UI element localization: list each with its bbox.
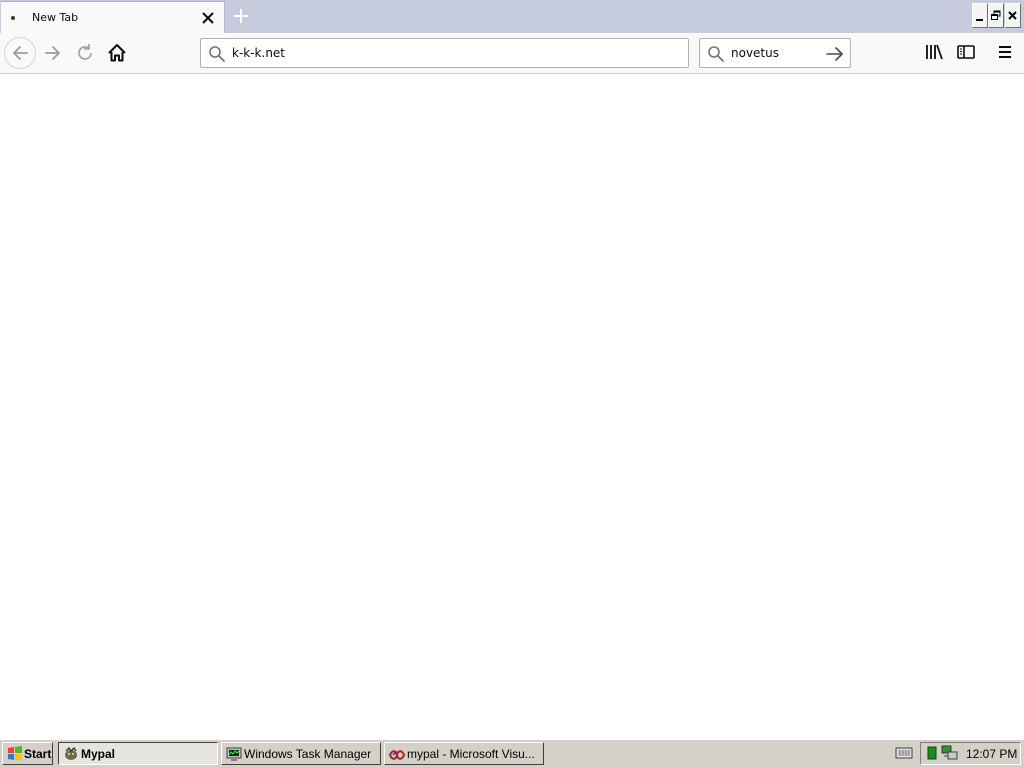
- library-button[interactable]: [923, 41, 945, 63]
- home-icon: [108, 44, 126, 62]
- network-tray-icon[interactable]: [941, 745, 959, 761]
- close-icon: [1008, 11, 1017, 20]
- start-label: Start: [24, 747, 52, 761]
- reload-icon: [78, 44, 92, 60]
- task-manager-icon: [226, 747, 242, 761]
- hamburger-menu-icon: [999, 46, 1011, 58]
- search-go-arrow-icon[interactable]: [825, 45, 845, 63]
- taskbar-button-visual-studio[interactable]: mypal - Microsoft Visu...: [384, 742, 544, 765]
- reload-button[interactable]: [72, 40, 98, 66]
- search-bar[interactable]: novetus: [699, 38, 851, 68]
- minimize-button[interactable]: [972, 3, 988, 28]
- minimize-icon: [976, 19, 983, 21]
- restore-button[interactable]: [988, 3, 1004, 28]
- navigation-toolbar: k-k-k.net novetus: [0, 33, 1024, 74]
- search-input[interactable]: novetus: [731, 46, 779, 60]
- search-icon: [708, 46, 724, 62]
- tab-favicon-dot: [11, 16, 15, 20]
- taskbar-button-label: Windows Task Manager: [244, 747, 372, 761]
- system-tray: 12:07 PM: [920, 742, 1021, 765]
- forward-button[interactable]: [40, 40, 66, 66]
- tab-strip: New Tab: [0, 0, 1024, 33]
- green-tray-icon[interactable]: [927, 746, 937, 760]
- clock[interactable]: 12:07 PM: [966, 747, 1017, 761]
- back-arrow-icon: [13, 46, 28, 60]
- taskbar: Start Mypal Windows Task Manager mypal -…: [0, 739, 1024, 768]
- sidebar-button[interactable]: [955, 41, 977, 63]
- mypal-icon: [65, 746, 77, 760]
- tab-title: New Tab: [32, 11, 79, 24]
- taskbar-button-label: Mypal: [81, 747, 116, 761]
- url-bar[interactable]: k-k-k.net: [200, 38, 689, 68]
- forward-arrow-icon: [45, 46, 60, 60]
- close-window-button[interactable]: [1005, 3, 1021, 28]
- url-input[interactable]: k-k-k.net: [232, 46, 285, 60]
- restore-icon: [991, 10, 1001, 20]
- tab-new-tab[interactable]: New Tab: [1, 1, 225, 33]
- windows-logo-icon: [8, 746, 22, 761]
- taskbar-button-label: mypal - Microsoft Visu...: [407, 747, 535, 761]
- search-icon: [209, 46, 225, 62]
- start-button[interactable]: Start: [2, 742, 53, 765]
- new-tab-plus-icon[interactable]: [230, 5, 252, 27]
- sidebar-icon: [957, 45, 975, 59]
- menu-button[interactable]: [994, 41, 1016, 63]
- home-button[interactable]: [104, 40, 130, 66]
- tab-close-icon[interactable]: [199, 9, 217, 27]
- keyboard-icon[interactable]: [895, 746, 913, 760]
- visual-studio-icon: [389, 750, 405, 760]
- library-icon: [926, 44, 943, 60]
- page-content[interactable]: [0, 74, 1024, 739]
- taskbar-button-task-manager[interactable]: Windows Task Manager: [221, 742, 381, 765]
- back-button[interactable]: [4, 37, 36, 69]
- taskbar-button-mypal[interactable]: Mypal: [58, 742, 218, 765]
